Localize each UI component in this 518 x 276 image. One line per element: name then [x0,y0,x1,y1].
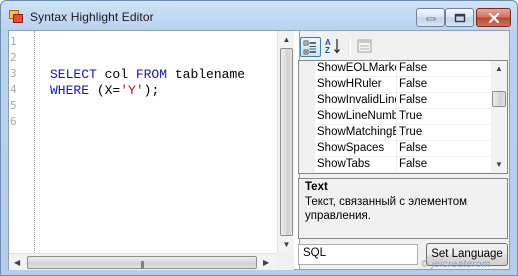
line-number: 2 [10,51,17,64]
property-grid-toolbar: A Z [298,35,508,59]
property-grid-scroll-thumb[interactable] [492,91,506,107]
code-keyword: SELECT [50,67,97,82]
app-window: Syntax Highlight Editor 1 2 3 4 5 6 SELECT co… [0,0,518,276]
code-string: 'Y' [120,83,144,98]
scroll-down-arrow-icon[interactable]: ▼ [282,240,291,249]
window-title: Syntax Highlight Editor [30,10,154,24]
scroll-down-arrow-icon[interactable]: ▼ [495,160,503,169]
property-row-margin [299,109,315,125]
property-row[interactable]: ShowEOLMarke False [299,61,491,77]
scroll-up-arrow-icon[interactable]: ▲ [495,64,503,73]
client-area: 123456 SELECT col FROM tablename WHERE (X… [8,30,510,270]
property-value[interactable]: False [399,78,427,90]
watermark: © jeicreaterom [421,259,491,270]
alphabetical-button[interactable]: A Z [324,37,345,57]
code-line[interactable]: SELECT col FROM tablename [50,67,245,83]
code-keyword: FROM [135,67,168,82]
property-pages-icon [357,39,372,53]
editor-vertical-scroll-thumb[interactable] [280,48,293,236]
property-name: ShowInvalidLine [317,94,397,106]
property-grid-scrollbar[interactable]: ▲ ▼ [491,61,507,173]
code-text[interactable]: SELECT col FROM tablename WHERE (X='Y'); [50,67,245,99]
maximize-icon [454,13,465,22]
property-column-divider [396,109,397,125]
property-row-margin [299,61,315,77]
scroll-left-arrow-icon[interactable]: ◀ [14,258,20,267]
scroll-right-arrow-icon[interactable]: ▶ [263,258,269,267]
property-grid[interactable]: ▲ ▼ ShowEOLMarke False ShowHRuler False Show… [298,60,508,174]
line-number: 3 [10,67,17,80]
property-value[interactable]: True [399,110,422,122]
property-pages-button[interactable] [355,37,376,57]
code-editor[interactable]: 123456 SELECT col FROM tablename WHERE (X… [9,31,300,270]
property-row[interactable]: ShowHRuler False [299,77,491,93]
property-name: ShowHRuler [317,78,382,90]
property-value[interactable]: False [399,94,427,106]
sort-alphabetical-icon: A Z [325,38,340,55]
property-row[interactable]: ShowMatchingE True [299,125,491,141]
property-row-margin [299,77,315,93]
scrollbar-corner [277,253,294,270]
property-name: ShowLineNumbe [317,110,397,122]
code-token: tablename [167,67,246,82]
property-row[interactable]: ShowInvalidLine False [299,93,491,109]
maximize-button[interactable] [445,8,474,27]
property-name: ShowEOLMarke [317,62,397,74]
property-help-panel: Text Текст, связанный с элементом управл… [298,178,508,239]
categorized-icon [303,40,316,55]
property-value[interactable]: False [399,62,427,74]
property-column-divider [396,77,397,93]
app-window-icon [9,10,23,23]
code-token: col [96,67,136,82]
line-number: 5 [10,99,17,112]
property-column-divider [396,93,397,109]
property-row-margin [299,157,315,173]
property-row-margin [299,141,315,157]
scroll-grip-icon: ||| [140,260,144,269]
title-bar[interactable]: Syntax Highlight Editor [1,1,517,31]
svg-text:Z: Z [325,46,330,55]
minimize-button[interactable] [416,8,445,27]
code-token: ); [143,83,160,98]
property-row[interactable]: ShowLineNumbe True [299,109,491,125]
close-icon [488,12,499,23]
editor-horizontal-scrollbar[interactable]: ◀ ||| ▶ [9,253,277,270]
property-column-divider [396,125,397,141]
line-number: 6 [10,115,17,128]
help-description: Текст, связанный с элементом управления. [305,196,468,222]
property-row[interactable]: ShowSpaces False [299,141,491,157]
editor-horizontal-scroll-thumb[interactable]: ||| [27,256,257,269]
line-number: 4 [10,83,17,96]
property-name: ShowMatchingE [317,126,397,138]
property-column-divider [396,141,397,157]
code-token: (X= [89,83,121,98]
close-button[interactable] [476,8,511,27]
property-row-margin [299,125,315,141]
property-column-divider [396,157,397,173]
property-value[interactable]: False [399,142,427,154]
property-column-divider [396,61,397,77]
property-name: ShowSpaces [317,142,385,154]
line-number: 1 [10,35,17,48]
property-row-margin [299,93,315,109]
property-value[interactable]: True [399,126,422,138]
editor-vertical-scrollbar[interactable]: ▲ ▼ [277,31,294,253]
property-name: ShowTabs [317,158,371,170]
line-number-gutter: 1 2 3 4 5 6 [9,31,35,253]
code-keyword: WHERE [50,83,90,98]
help-title: Text [305,181,328,193]
minimize-icon [426,17,435,20]
property-row[interactable]: ShowTabs False [299,157,491,173]
toolbar-separator [350,38,351,56]
language-input[interactable]: SQL [298,244,418,265]
property-value[interactable]: False [399,158,427,170]
code-line[interactable]: WHERE (X='Y'); [50,83,245,99]
categorized-button[interactable] [300,37,321,57]
scroll-up-arrow-icon[interactable]: ▲ [282,35,291,44]
